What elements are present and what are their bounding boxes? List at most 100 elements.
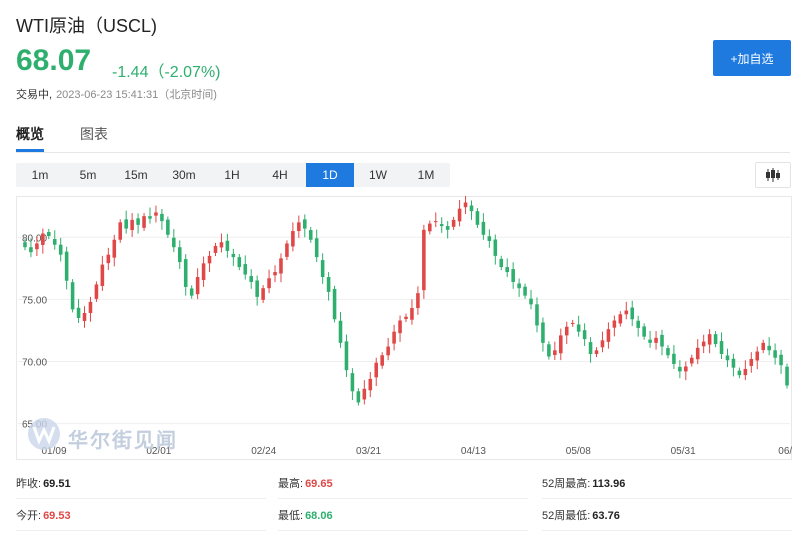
candle-body	[660, 334, 664, 347]
candle-body	[249, 276, 253, 282]
candle-body	[606, 329, 611, 342]
tab-overview[interactable]: 概览	[16, 124, 44, 144]
y-tick-label: 70.00	[22, 357, 47, 368]
candle-body	[344, 341, 349, 371]
period-1h[interactable]: 1H	[208, 163, 256, 187]
period-4h[interactable]: 4H	[256, 163, 304, 187]
candle-body	[701, 341, 706, 347]
trading-status: 交易中, 2023-06-23 15:41:31（北京时间)	[16, 86, 217, 102]
period-1w[interactable]: 1W	[354, 163, 402, 187]
candle-body	[564, 326, 569, 336]
candle-body	[255, 280, 259, 297]
stat-label: 最高:	[278, 478, 304, 490]
price-chart[interactable]: 80.0075.0070.0065.0001/0902/0102/2403/21…	[16, 196, 792, 460]
candle-body	[463, 202, 468, 208]
candle-body	[499, 258, 504, 268]
candle-body	[297, 222, 301, 232]
candle-body	[695, 347, 700, 360]
candle-body	[439, 224, 444, 227]
candle-body	[100, 264, 105, 286]
candle-body	[368, 378, 373, 391]
candle-body	[761, 342, 765, 351]
candle-body	[118, 222, 123, 240]
candle-body	[636, 320, 640, 328]
period-5m[interactable]: 5m	[64, 163, 112, 187]
candle-body	[189, 288, 194, 296]
candle-body	[779, 354, 783, 366]
instrument-title: WTI原油（USCL)	[16, 16, 157, 36]
add-watchlist-button[interactable]: +加自选	[713, 40, 791, 76]
candle-body	[600, 340, 605, 348]
candle-body	[219, 242, 224, 248]
candle-body	[136, 218, 140, 225]
candle-body	[154, 212, 158, 216]
candle-body	[130, 219, 134, 231]
stat-value: 69.51	[43, 478, 71, 490]
period-30m[interactable]: 30m	[160, 163, 208, 187]
candle-body	[451, 219, 456, 227]
candle-body	[160, 213, 164, 222]
candle-body	[684, 366, 688, 372]
stat-label: 52周最低:	[542, 510, 591, 522]
stat-label: 昨收:	[16, 478, 42, 490]
candle-body	[642, 326, 646, 337]
candle-body	[285, 243, 289, 257]
stat-high: 最高: 69.65	[278, 470, 528, 499]
candle-body	[743, 368, 748, 376]
candle-body	[82, 313, 87, 321]
tab-chart[interactable]: 图表	[80, 124, 108, 144]
x-tick-label: 06/2	[778, 446, 792, 457]
candle-body	[785, 366, 789, 386]
x-tick-label: 05/08	[566, 446, 591, 457]
candle-body	[314, 238, 319, 258]
candle-body	[529, 298, 533, 305]
candle-body	[725, 355, 730, 361]
candle-body	[183, 259, 188, 287]
candle-body	[773, 350, 777, 358]
candle-body	[666, 348, 670, 356]
candle-body	[88, 301, 93, 314]
candle-body	[410, 308, 414, 320]
candle-body	[320, 260, 325, 278]
candle-body	[422, 229, 426, 291]
stat-52w-low: 52周最低: 63.76	[542, 502, 792, 531]
candle-body	[654, 337, 658, 343]
period-1mo[interactable]: 1M	[402, 163, 450, 187]
candle-body	[47, 232, 51, 237]
stat-value: 69.65	[305, 478, 333, 490]
candle-body	[70, 282, 75, 310]
status-timestamp: 2023-06-23 15:41:31（北京时间)	[56, 89, 217, 101]
stat-prev-close: 昨收: 69.51	[16, 470, 266, 499]
candle-body	[213, 245, 218, 253]
candle-body	[303, 219, 307, 229]
x-tick-label: 04/13	[461, 446, 486, 457]
candle-body	[124, 219, 128, 229]
candle-body	[29, 247, 33, 253]
candle-body	[457, 208, 462, 222]
period-1m[interactable]: 1m	[16, 163, 64, 187]
candle-body	[707, 334, 712, 345]
candle-body	[148, 216, 152, 219]
stat-open: 今开: 69.53	[16, 502, 266, 531]
candle-body	[535, 304, 539, 326]
candle-body	[428, 223, 432, 232]
candle-body	[731, 358, 736, 368]
candle-body	[582, 330, 587, 340]
x-tick-label: 03/21	[356, 446, 381, 457]
period-15m[interactable]: 15m	[112, 163, 160, 187]
candle-body	[112, 239, 117, 258]
period-1d[interactable]: 1D	[306, 163, 354, 187]
candle-body	[630, 307, 635, 320]
candle-body	[243, 264, 248, 275]
candle-body	[41, 233, 45, 245]
stats-row: 今开: 69.53 最低: 68.06 52周最低: 63.76	[16, 502, 792, 532]
candle-body	[576, 324, 581, 332]
candle-body	[594, 350, 599, 355]
candle-body	[689, 357, 694, 364]
candle-body	[624, 310, 629, 315]
candle-body	[505, 267, 509, 273]
stat-value: 63.76	[592, 510, 620, 522]
stat-label: 52周最高:	[542, 478, 591, 490]
candle-body	[678, 366, 682, 372]
chart-type-button[interactable]	[755, 162, 791, 188]
